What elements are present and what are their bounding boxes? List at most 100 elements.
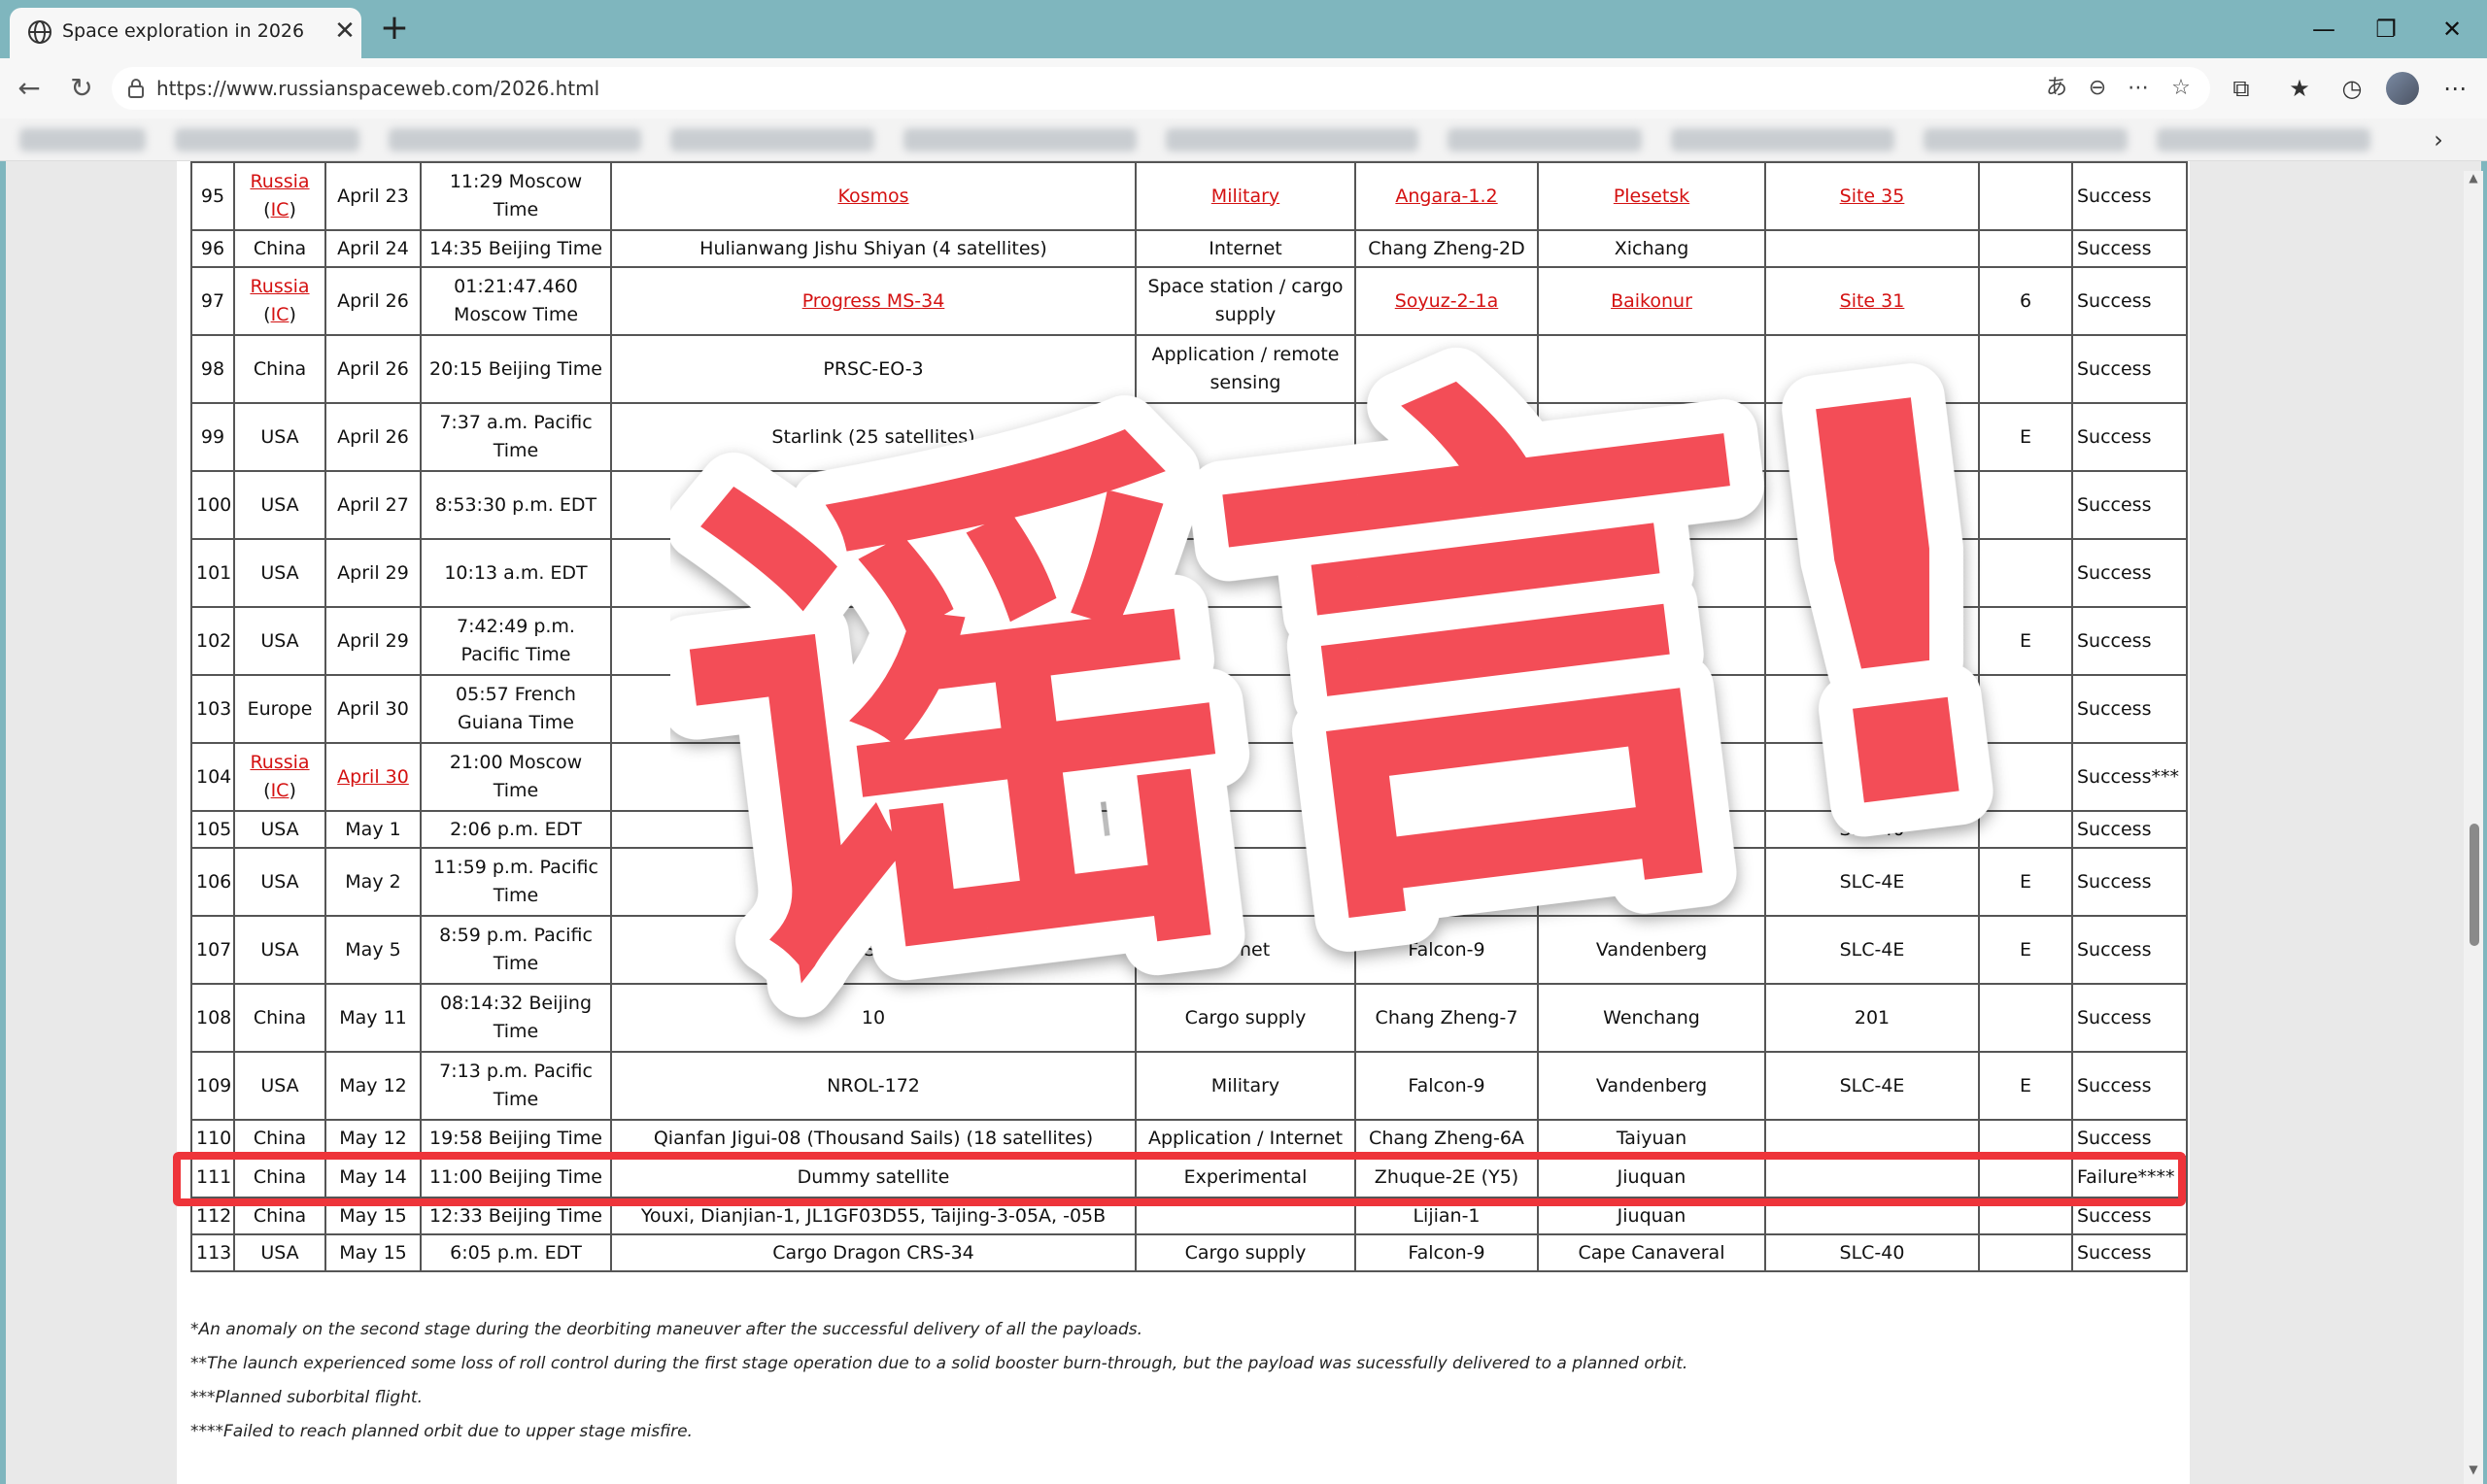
table-row: 96 China April 24 14:35 Beijing Time Hulianw… — [190, 229, 2188, 268]
cell-time: 05:57 French Guiana Time — [420, 674, 612, 744]
payload-link[interactable]: Kosmos — [837, 186, 908, 207]
zoom-out-icon[interactable]: ⊖ — [2083, 74, 2112, 103]
scroll-down-icon[interactable]: ▼ — [2466, 1463, 2481, 1478]
cell-text: Vandenberg — [1595, 1074, 1708, 1096]
ic-link[interactable]: IC — [271, 199, 290, 220]
settings-more-icon[interactable]: ⋯ — [2436, 70, 2473, 107]
cell-text: May 15 — [339, 1204, 407, 1227]
favorite-item-blurred[interactable] — [389, 128, 641, 152]
cell-num: 104 — [190, 742, 235, 812]
cell-time: 8:59 p.m. Pacific Time — [420, 915, 612, 985]
cell-pad — [1764, 229, 1980, 268]
translate-icon[interactable]: あ — [2042, 74, 2071, 103]
favorite-item-blurred[interactable] — [1671, 128, 1894, 152]
cell-time: 7:37 a.m. Pacific Time — [420, 402, 612, 472]
cell-rocket: Angara-1.2 — [1354, 161, 1539, 231]
type-link[interactable]: Military — [1211, 186, 1279, 207]
cell-text: 20:15 Beijing Time — [429, 357, 602, 380]
favorite-item-blurred[interactable] — [903, 128, 1137, 152]
more-tools-icon[interactable]: ⋯ — [2124, 74, 2153, 103]
favorite-item-blurred[interactable] — [2157, 128, 2370, 152]
cell-site: Cape Canaveral — [1537, 1233, 1766, 1272]
date-link[interactable]: April 30 — [337, 766, 409, 788]
avatar[interactable] — [2386, 72, 2419, 105]
payload-link[interactable]: Progress MS-34 — [802, 290, 945, 312]
browser-tab[interactable]: Space exploration in 2026 ✕ — [10, 8, 361, 58]
country-link[interactable]: Russia — [250, 276, 309, 297]
cell-text: Falcon-9 — [1408, 1074, 1485, 1096]
cell-text: Success — [2077, 289, 2152, 312]
cell-text: April 27 — [337, 493, 409, 516]
cell-date: May 12 — [324, 1051, 422, 1121]
country-link[interactable]: Russia — [250, 752, 309, 773]
rocket-link[interactable]: Angara-1.2 — [1395, 186, 1497, 207]
favorite-item-blurred[interactable] — [1924, 128, 2128, 152]
cell-text: 110 — [196, 1127, 232, 1149]
favorite-item-blurred[interactable] — [19, 128, 146, 152]
site-link[interactable]: Plesetsk — [1614, 186, 1689, 207]
favorite-item-blurred[interactable] — [670, 128, 874, 152]
cell-date: April 30 — [324, 742, 422, 812]
rumor-stamp: 谣言! 谣言! — [670, 320, 2030, 1059]
scrollbar-thumb[interactable] — [2470, 824, 2479, 946]
cell-result: Success — [2071, 266, 2188, 336]
cell-num: 102 — [190, 606, 235, 676]
pad-link[interactable]: Site 35 — [1840, 186, 1905, 207]
vertical-scrollbar[interactable]: ▲ ▼ — [2464, 171, 2483, 1484]
close-tab-icon[interactable]: ✕ — [330, 17, 359, 46]
cell-text: USA — [260, 818, 299, 840]
cell-type: Cargo supply — [1135, 1233, 1356, 1272]
favorite-star-icon[interactable]: ☆ — [2166, 74, 2196, 103]
cell-type: Military — [1135, 161, 1356, 231]
ic-link[interactable]: IC — [271, 304, 290, 325]
favorite-item-blurred[interactable] — [1448, 128, 1642, 152]
cell-payload: NROL-172 — [610, 1051, 1137, 1121]
cell-num: 108 — [190, 983, 235, 1053]
restore-icon[interactable]: ❐ — [2367, 10, 2405, 49]
cell-country: China — [233, 229, 326, 268]
country-link[interactable]: Russia — [250, 171, 309, 192]
cell-country: Europe — [233, 674, 326, 744]
tab-bar: Space exploration in 2026 ✕ + — ❐ ✕ — [0, 0, 2487, 58]
site-link[interactable]: Baikonur — [1611, 290, 1692, 312]
address-bar[interactable]: https://www.russianspaceweb.com/2026.htm… — [112, 67, 2210, 110]
new-tab-button[interactable]: + — [377, 11, 412, 47]
cell-result: Success — [2071, 1051, 2188, 1121]
cell-date: May 2 — [324, 847, 422, 917]
scroll-up-icon[interactable]: ▲ — [2466, 171, 2481, 186]
minimize-icon[interactable]: — — [2304, 10, 2343, 49]
cell-result: Success — [2071, 810, 2188, 849]
cell-num: 106 — [190, 847, 235, 917]
cell-country: Russia (IC) — [233, 742, 326, 812]
extensions-icon[interactable]: ⧉ — [2223, 70, 2260, 107]
cell-text: 102 — [196, 629, 232, 652]
favorite-item-blurred[interactable] — [175, 128, 359, 152]
cell-text: 100 — [196, 493, 232, 516]
cell-text: April 30 — [337, 697, 409, 720]
cell-num: 98 — [190, 334, 235, 404]
cell-text: 8:53:30 p.m. EDT — [434, 493, 597, 516]
favorites-icon[interactable]: ★ — [2281, 70, 2318, 107]
history-icon[interactable]: ◷ — [2334, 70, 2370, 107]
cell-text: Taiyuan — [1616, 1127, 1687, 1149]
reload-icon[interactable]: ↻ — [62, 69, 101, 108]
cell-time: 8:53:30 p.m. EDT — [420, 470, 612, 540]
cell-text: May 5 — [345, 938, 401, 961]
cell-time: 7:13 p.m. Pacific Time — [420, 1051, 612, 1121]
cell-text: 98 — [200, 357, 225, 380]
ic-link[interactable]: IC — [271, 780, 290, 801]
back-icon[interactable]: ← — [10, 69, 49, 108]
cell-date: May 15 — [324, 1233, 422, 1272]
close-window-icon[interactable]: ✕ — [2433, 10, 2471, 49]
pad-link[interactable]: Site 31 — [1840, 290, 1905, 312]
cell-time: 21:00 Moscow Time — [420, 742, 612, 812]
cell-text: 99 — [200, 425, 225, 448]
cell-time: 08:14:32 Beijing Time — [420, 983, 612, 1053]
favorite-item-blurred[interactable] — [1166, 128, 1418, 152]
chevron-right-icon[interactable]: › — [2423, 124, 2454, 155]
cell-text: China — [253, 1006, 307, 1029]
rocket-link[interactable]: Soyuz-2-1a — [1395, 290, 1498, 312]
cell-text: 107 — [196, 938, 232, 961]
lock-icon — [128, 79, 144, 98]
cell-time: 10:13 a.m. EDT — [420, 538, 612, 608]
